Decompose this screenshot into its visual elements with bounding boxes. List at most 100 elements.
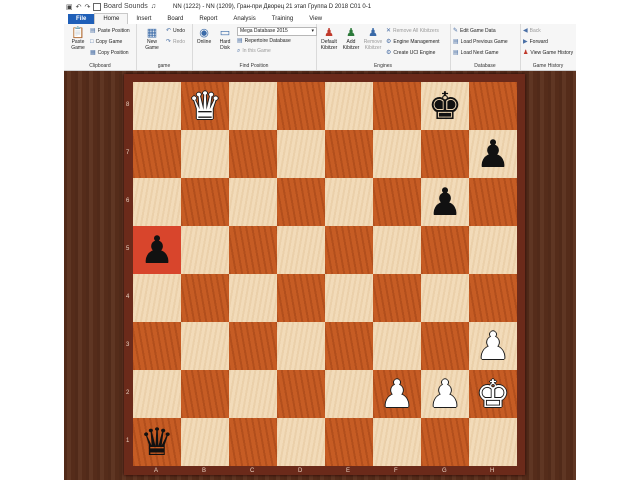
tab-training[interactable]: Training — [264, 14, 301, 24]
square-f5[interactable] — [373, 226, 421, 274]
white-king-icon[interactable]: ♚ — [469, 370, 517, 418]
save-icon[interactable]: ▣ — [66, 3, 73, 11]
black-pawn-icon[interactable]: ♟ — [421, 178, 469, 226]
white-pawn-icon[interactable]: ♟ — [421, 370, 469, 418]
square-f7[interactable] — [373, 130, 421, 178]
square-h1[interactable] — [469, 418, 517, 466]
square-e5[interactable] — [325, 226, 373, 274]
square-h5[interactable] — [469, 226, 517, 274]
white-pawn-icon[interactable]: ♟ — [469, 322, 517, 370]
square-a6[interactable] — [133, 178, 181, 226]
square-b7[interactable] — [181, 130, 229, 178]
black-pawn-icon[interactable]: ♟ — [133, 226, 181, 274]
remove-kibitzer-button[interactable]: ♟ Remove Kibitzer — [362, 27, 384, 51]
square-b4[interactable] — [181, 274, 229, 322]
square-e2[interactable] — [325, 370, 373, 418]
square-c5[interactable] — [229, 226, 277, 274]
square-a7[interactable] — [133, 130, 181, 178]
repertoire-database-button[interactable]: ▤ Repertoire Database — [237, 38, 291, 44]
square-f1[interactable] — [373, 418, 421, 466]
add-kibitzer-button[interactable]: ♟ Add Kibitzer — [341, 27, 361, 51]
square-b5[interactable] — [181, 226, 229, 274]
square-f8[interactable] — [373, 82, 421, 130]
tab-board[interactable]: Board — [159, 14, 191, 24]
tab-view[interactable]: View — [301, 14, 330, 24]
square-c7[interactable] — [229, 130, 277, 178]
white-pawn-icon[interactable]: ♟ — [373, 370, 421, 418]
remove-all-kibitzers-button[interactable]: ✕ Remove All Kibitzers — [386, 28, 439, 34]
paste-game-button[interactable]: 📋 Paste Game — [68, 27, 88, 51]
square-a8[interactable] — [133, 82, 181, 130]
square-f6[interactable] — [373, 178, 421, 226]
square-e7[interactable] — [325, 130, 373, 178]
square-a3[interactable] — [133, 322, 181, 370]
square-g4[interactable] — [421, 274, 469, 322]
square-d4[interactable] — [277, 274, 325, 322]
square-g3[interactable] — [421, 322, 469, 370]
square-h4[interactable] — [469, 274, 517, 322]
forward-button[interactable]: ▶ Forward — [523, 39, 548, 45]
square-d2[interactable] — [277, 370, 325, 418]
square-f4[interactable] — [373, 274, 421, 322]
black-king-icon[interactable]: ♚ — [421, 82, 469, 130]
view-game-history-button[interactable]: ♟ View Game History — [523, 50, 573, 56]
back-button[interactable]: ◀ Back — [523, 28, 541, 34]
square-a2[interactable] — [133, 370, 181, 418]
white-queen-icon[interactable]: ♛ — [181, 82, 229, 130]
black-pawn-icon[interactable]: ♟ — [469, 130, 517, 178]
square-d6[interactable] — [277, 178, 325, 226]
square-g7[interactable] — [421, 130, 469, 178]
square-c6[interactable] — [229, 178, 277, 226]
square-e1[interactable] — [325, 418, 373, 466]
tab-analysis[interactable]: Analysis — [225, 14, 263, 24]
tab-home[interactable]: Home — [94, 13, 129, 24]
load-next-game-button[interactable]: ▤ Load Next Game — [453, 50, 498, 56]
square-d3[interactable] — [277, 322, 325, 370]
square-c3[interactable] — [229, 322, 277, 370]
redo-icon[interactable]: ↷ — [85, 3, 91, 11]
hard-disk-button[interactable]: ▭ Hard Disk — [215, 27, 235, 51]
square-b2[interactable] — [181, 370, 229, 418]
square-c1[interactable] — [229, 418, 277, 466]
square-g1[interactable] — [421, 418, 469, 466]
square-e8[interactable] — [325, 82, 373, 130]
square-d7[interactable] — [277, 130, 325, 178]
square-c8[interactable] — [229, 82, 277, 130]
edit-game-data-button[interactable]: ✎ Edit Game Data — [453, 28, 496, 34]
database-select[interactable]: Mega Database 2015 ▾ — [237, 27, 317, 36]
square-e6[interactable] — [325, 178, 373, 226]
square-c2[interactable] — [229, 370, 277, 418]
undo-icon[interactable]: ↶ — [76, 3, 82, 11]
square-a4[interactable] — [133, 274, 181, 322]
square-b3[interactable] — [181, 322, 229, 370]
tab-file[interactable]: File — [68, 14, 95, 24]
square-d8[interactable] — [277, 82, 325, 130]
paste-position-button[interactable]: ▤ Paste Position — [90, 28, 130, 34]
undo-button[interactable]: ↶ Undo — [166, 28, 185, 34]
square-d5[interactable] — [277, 226, 325, 274]
square-f3[interactable] — [373, 322, 421, 370]
online-button[interactable]: ◉ Online — [194, 27, 214, 45]
copy-position-button[interactable]: ▦ Copy Position — [90, 50, 129, 56]
board-sounds-checkbox[interactable] — [93, 2, 102, 11]
square-e3[interactable] — [325, 322, 373, 370]
engine-management-button[interactable]: ⚙ Engine Management — [386, 39, 440, 45]
square-g5[interactable] — [421, 226, 469, 274]
square-d1[interactable] — [277, 418, 325, 466]
square-c4[interactable] — [229, 274, 277, 322]
copy-game-button[interactable]: □ Copy Game — [90, 39, 122, 45]
load-previous-game-button[interactable]: ▤ Load Previous Game — [453, 39, 508, 45]
chessboard[interactable]: 8 7 6 5 4 3 2 1 A B C D E F G H ♛ ♚ ♟ ♟ ♟ ♟ ♟ ♟ ♚ ♛ — [126, 82, 517, 474]
redo-button[interactable]: ↷ Redo — [166, 39, 185, 45]
create-uci-engine-button[interactable]: ⚙ Create UCI Engine — [386, 50, 435, 56]
tab-report[interactable]: Report — [191, 14, 225, 24]
default-kibitzer-button[interactable]: ♟ Default Kibitzer — [318, 27, 340, 51]
black-queen-icon[interactable]: ♛ — [133, 418, 181, 466]
square-b1[interactable] — [181, 418, 229, 466]
new-game-button[interactable]: ▦ New Game — [140, 27, 164, 51]
in-this-game-button[interactable]: ⌕ In this Game — [237, 48, 271, 54]
square-h6[interactable] — [469, 178, 517, 226]
square-b6[interactable] — [181, 178, 229, 226]
square-h8[interactable] — [469, 82, 517, 130]
square-e4[interactable] — [325, 274, 373, 322]
